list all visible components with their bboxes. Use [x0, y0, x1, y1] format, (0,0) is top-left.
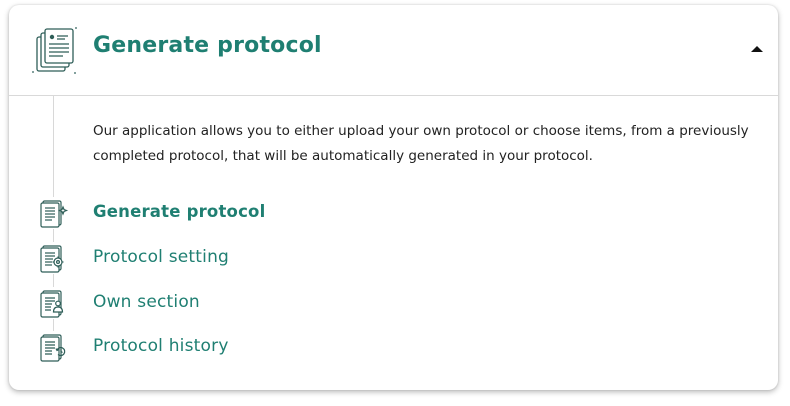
step-protocol-setting[interactable]: Protocol setting	[37, 242, 357, 274]
documents-stack-icon	[31, 25, 79, 75]
document-history-icon	[37, 331, 69, 363]
collapse-button[interactable]	[747, 41, 767, 57]
panel-title: Generate protocol	[93, 33, 322, 58]
document-sparkle-icon	[37, 197, 69, 229]
step-label: Protocol history	[93, 336, 229, 356]
panel-description: Our application allows you to either upl…	[93, 123, 749, 164]
step-protocol-history[interactable]: Protocol history	[37, 331, 357, 363]
step-label: Generate protocol	[93, 202, 266, 221]
generate-protocol-panel: Generate protocol Our application allows…	[9, 5, 778, 390]
document-gear-icon	[37, 242, 69, 274]
step-label: Own section	[93, 292, 200, 312]
page: Generate protocol Our application allows…	[0, 0, 790, 406]
caret-up-icon	[751, 46, 763, 52]
step-label: Protocol setting	[93, 247, 230, 267]
step-own-section[interactable]: Own section	[37, 287, 357, 319]
document-user-icon	[37, 287, 69, 319]
panel-header[interactable]: Generate protocol	[9, 5, 778, 96]
step-generate-protocol[interactable]: Generate protocol	[37, 197, 357, 229]
